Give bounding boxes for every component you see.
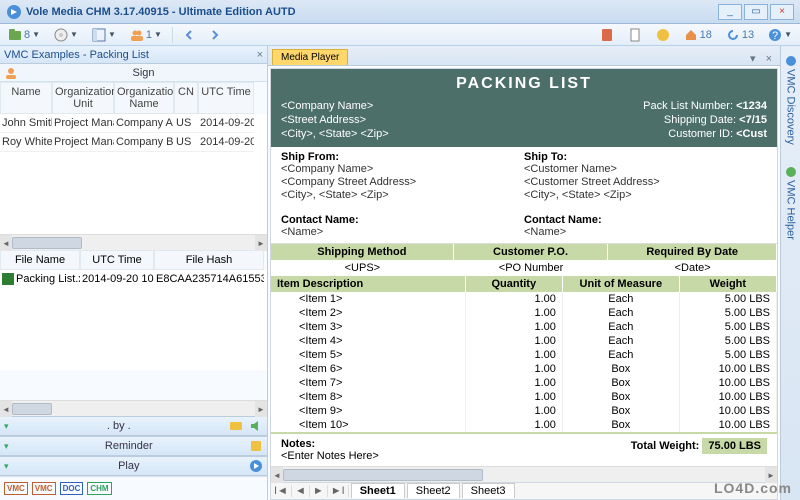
left-panel: VMC Examples - Packing List × Sign NameO… (0, 46, 268, 500)
sign-label: Sign (24, 67, 263, 79)
column-header[interactable]: File Name (0, 250, 80, 270)
item-row: <Item 7>1.00Box10.00 LBS (271, 376, 777, 390)
column-header[interactable]: File Hash (154, 250, 264, 270)
table-row[interactable]: Packing List.xlsx2014-09-20 10:45E8CAA23… (0, 270, 267, 288)
tab-media-player[interactable]: Media Player (272, 49, 348, 65)
reminder-icon[interactable] (249, 439, 263, 453)
maximize-button[interactable]: ▭ (744, 4, 768, 20)
app-icon (6, 4, 22, 20)
tab-strip: Media Player ▾ × (268, 46, 780, 66)
titlebar: Vole Media CHM 3.17.40915 - Ultimate Edi… (0, 0, 800, 24)
file-table: File NameUTC TimeFile Hash Packing List.… (0, 250, 267, 370)
column-header[interactable]: UTC Time (80, 250, 154, 270)
sound-icon[interactable] (249, 419, 263, 433)
ship-section: Ship From: <Company Name><Company Street… (271, 147, 777, 244)
column-header[interactable]: Organizational Unit (52, 82, 114, 114)
minimize-button[interactable]: _ (718, 4, 742, 20)
column-header[interactable]: UTC Time (198, 82, 254, 114)
sheet-last-button[interactable]: ►I (328, 485, 349, 497)
user-icon[interactable] (4, 66, 18, 80)
toolbar-panel-button[interactable]: ▼ (88, 27, 120, 43)
item-row: <Item 5>1.00Each5.00 LBS (271, 348, 777, 362)
expand-icon: ▾ (4, 461, 9, 472)
doctype-bar: VMC VMC DOCCHM (0, 476, 267, 500)
doc-header: PACKING LIST <Company Name>Pack List Num… (271, 69, 777, 147)
panel-close-icon[interactable]: × (257, 49, 263, 61)
item-row: <Item 9>1.00Box10.00 LBS (271, 404, 777, 418)
svg-text:?: ? (772, 30, 778, 42)
tab-menu-icon[interactable]: ▾ (746, 52, 760, 65)
table-row[interactable]: John SmithProject ManagerCompany AUS2014… (0, 114, 267, 133)
window-title: Vole Media CHM 3.17.40915 - Ultimate Edi… (26, 6, 716, 18)
item-row: <Item 1>1.00Each5.00 LBS (271, 292, 777, 306)
card-icon[interactable] (229, 419, 243, 433)
tab-close-icon[interactable]: × (762, 53, 776, 65)
main-toolbar: 8▼ ▼ ▼ 1▼ 18 13 ?▼ (0, 24, 800, 46)
toolbar-users-button[interactable]: 1▼ (126, 27, 166, 43)
item-list: <Item 1>1.00Each5.00 LBS<Item 2>1.00Each… (271, 292, 777, 432)
doc-title: PACKING LIST (281, 75, 767, 93)
item-row: <Item 8>1.00Box10.00 LBS (271, 390, 777, 404)
toolbar-disc-button[interactable]: ▼ (50, 27, 82, 43)
toolbar-help-button[interactable]: ?▼ (764, 27, 796, 43)
toolbar-globe-button[interactable] (652, 27, 674, 43)
toolbar-refresh-button[interactable]: 13 (722, 27, 758, 43)
doctype-badge[interactable]: VMC (4, 482, 28, 495)
toolbar-next-button[interactable] (205, 28, 225, 42)
expand-icon: ▾ (4, 421, 9, 432)
sign-scrollbar[interactable]: ◄► (0, 234, 267, 250)
sign-table: NameOrganizational UnitOrganization Name… (0, 82, 267, 234)
table-row[interactable]: Roy WhiteProject ManagerCompany BUS2014-… (0, 133, 267, 152)
order-header: Shipping MethodCustomer P.O.Required By … (271, 244, 777, 260)
item-header: Item DescriptionQuantityUnit of MeasureW… (271, 276, 777, 292)
item-row: <Item 3>1.00Each5.00 LBS (271, 320, 777, 334)
by-bar[interactable]: ▾ . by . (0, 416, 267, 436)
play-bar[interactable]: ▾ Play (0, 456, 267, 476)
toolbar-library-button[interactable]: 8▼ (4, 27, 44, 43)
doctype-badge[interactable]: CHM (87, 482, 111, 495)
sheet-tab[interactable]: Sheet3 (462, 483, 515, 498)
item-row: <Item 2>1.00Each5.00 LBS (271, 306, 777, 320)
column-header[interactable]: CN (174, 82, 198, 114)
item-row: <Item 10>1.00Box10.00 LBS (271, 418, 777, 432)
expand-icon: ▾ (4, 441, 9, 452)
panel-title: VMC Examples - Packing List (4, 49, 149, 61)
panel-header: VMC Examples - Packing List × (0, 46, 267, 64)
sheet-next-button[interactable]: ► (310, 485, 328, 497)
order-values: <UPS><PO Number<Date> (271, 260, 777, 276)
sign-toolbar: Sign (0, 64, 267, 82)
toolbar-page-button[interactable] (624, 27, 646, 43)
watermark: LO4D.com (714, 480, 792, 496)
play-icon[interactable] (249, 459, 263, 473)
toolbar-prev-button[interactable] (179, 28, 199, 42)
sidebar-tab-discovery[interactable]: VMC Discovery (784, 50, 798, 151)
sidebar-tab-helper[interactable]: VMC Helper (784, 161, 798, 246)
doctype-badge[interactable]: VMC (32, 482, 56, 495)
item-row: <Item 6>1.00Box10.00 LBS (271, 362, 777, 376)
sheet-first-button[interactable]: I◄ (271, 485, 292, 497)
doc-scrollbar[interactable]: ◄► (271, 466, 777, 482)
toolbar-separator (172, 27, 173, 43)
doctype-badge[interactable]: DOC (60, 482, 84, 495)
document-viewer: PACKING LIST <Company Name>Pack List Num… (270, 68, 778, 500)
sheet-tab[interactable]: Sheet2 (407, 483, 460, 498)
column-header[interactable]: Name (0, 82, 52, 114)
notes-section: Notes: <Enter Notes Here> Total Weight: … (271, 432, 777, 466)
toolbar-home-button[interactable]: 18 (680, 27, 716, 43)
sheet-tab[interactable]: Sheet1 (351, 483, 405, 498)
column-header[interactable]: Organization Name (114, 82, 174, 114)
toolbar-book-button[interactable] (596, 27, 618, 43)
sheet-prev-button[interactable]: ◄ (292, 485, 310, 497)
reminder-bar[interactable]: ▾ Reminder (0, 436, 267, 456)
content-panel: Media Player ▾ × PACKING LIST <Company N… (268, 46, 780, 500)
item-row: <Item 4>1.00Each5.00 LBS (271, 334, 777, 348)
close-button[interactable]: × (770, 4, 794, 20)
right-sidebar: VMC Discovery VMC Helper (780, 46, 800, 500)
file-scrollbar[interactable]: ◄► (0, 400, 267, 416)
sheet-tabs: I◄ ◄ ► ►I Sheet1Sheet2Sheet3 (271, 482, 777, 499)
